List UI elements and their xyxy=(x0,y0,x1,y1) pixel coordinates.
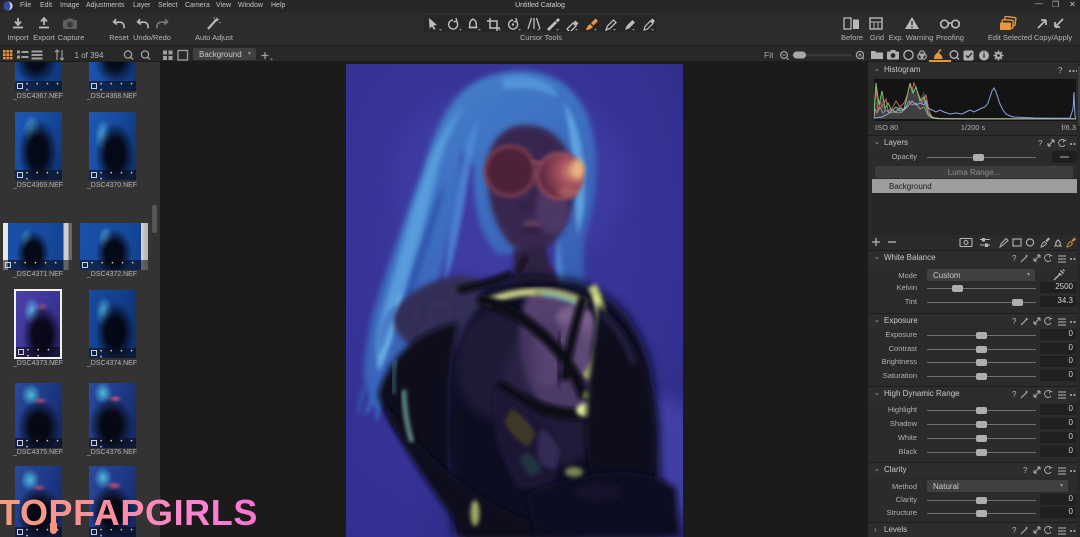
svg-text:?: ? xyxy=(1012,317,1017,326)
svg-text:?: ? xyxy=(1038,139,1043,148)
svg-text:?: ? xyxy=(1023,466,1028,475)
svg-text:?: ? xyxy=(1058,66,1063,75)
svg-text:?: ? xyxy=(1012,390,1017,399)
svg-text:Fit: Fit xyxy=(764,50,774,60)
svg-text:?: ? xyxy=(1012,526,1017,535)
svg-text:?: ? xyxy=(1012,254,1017,263)
